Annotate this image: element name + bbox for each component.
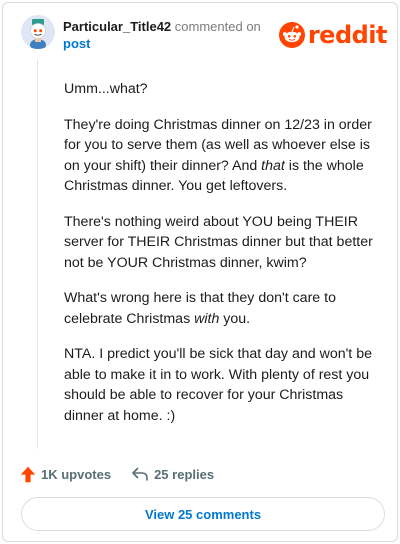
comment-header: Particular_Title42 commented on post red…: [21, 15, 391, 55]
comment-meta: Particular_Title42 commented on post: [63, 18, 273, 52]
snoo-avatar-icon: [21, 15, 55, 49]
post-link[interactable]: post: [63, 35, 273, 52]
reply-count: 25 replies: [154, 466, 215, 482]
emphasis-text: that: [261, 157, 285, 174]
comment-paragraph-1: Umm...what?: [64, 81, 148, 97]
upvote-arrow-icon: [20, 466, 36, 482]
comment-paragraph-3: There's nothing weird about YOU being TH…: [64, 213, 373, 271]
comment-paragraph-2: They're doing Christmas dinner on 12/23 …: [64, 116, 372, 195]
username-link[interactable]: Particular_Title42: [63, 19, 171, 34]
comment-body: Umm...what? They're doing Christmas dinn…: [64, 79, 384, 441]
comment-actions: 1K upvotes 25 replies: [20, 463, 214, 485]
reddit-wordmark: reddit: [307, 21, 388, 49]
thread-line[interactable]: [37, 59, 38, 449]
replies-button[interactable]: 25 replies: [131, 466, 214, 482]
comment-action-text: commented on: [174, 19, 261, 34]
user-avatar[interactable]: [21, 15, 55, 49]
reddit-snoo-logo-icon: [278, 22, 305, 48]
comment-paragraph-4: What's wrong here is that they don't car…: [64, 290, 336, 327]
comment-card: Particular_Title42 commented on post red…: [2, 2, 398, 542]
upvote-button[interactable]: 1K upvotes: [20, 466, 111, 483]
reply-arrow-icon: [132, 467, 148, 481]
comment-paragraph-5: NTA. I predict you'll be sick that day a…: [64, 346, 372, 424]
upvote-count: 1K upvotes: [41, 466, 112, 482]
view-comments-button[interactable]: View 25 comments: [21, 497, 385, 531]
emphasis-text: with: [194, 310, 220, 327]
reddit-logo[interactable]: reddit: [278, 21, 388, 49]
